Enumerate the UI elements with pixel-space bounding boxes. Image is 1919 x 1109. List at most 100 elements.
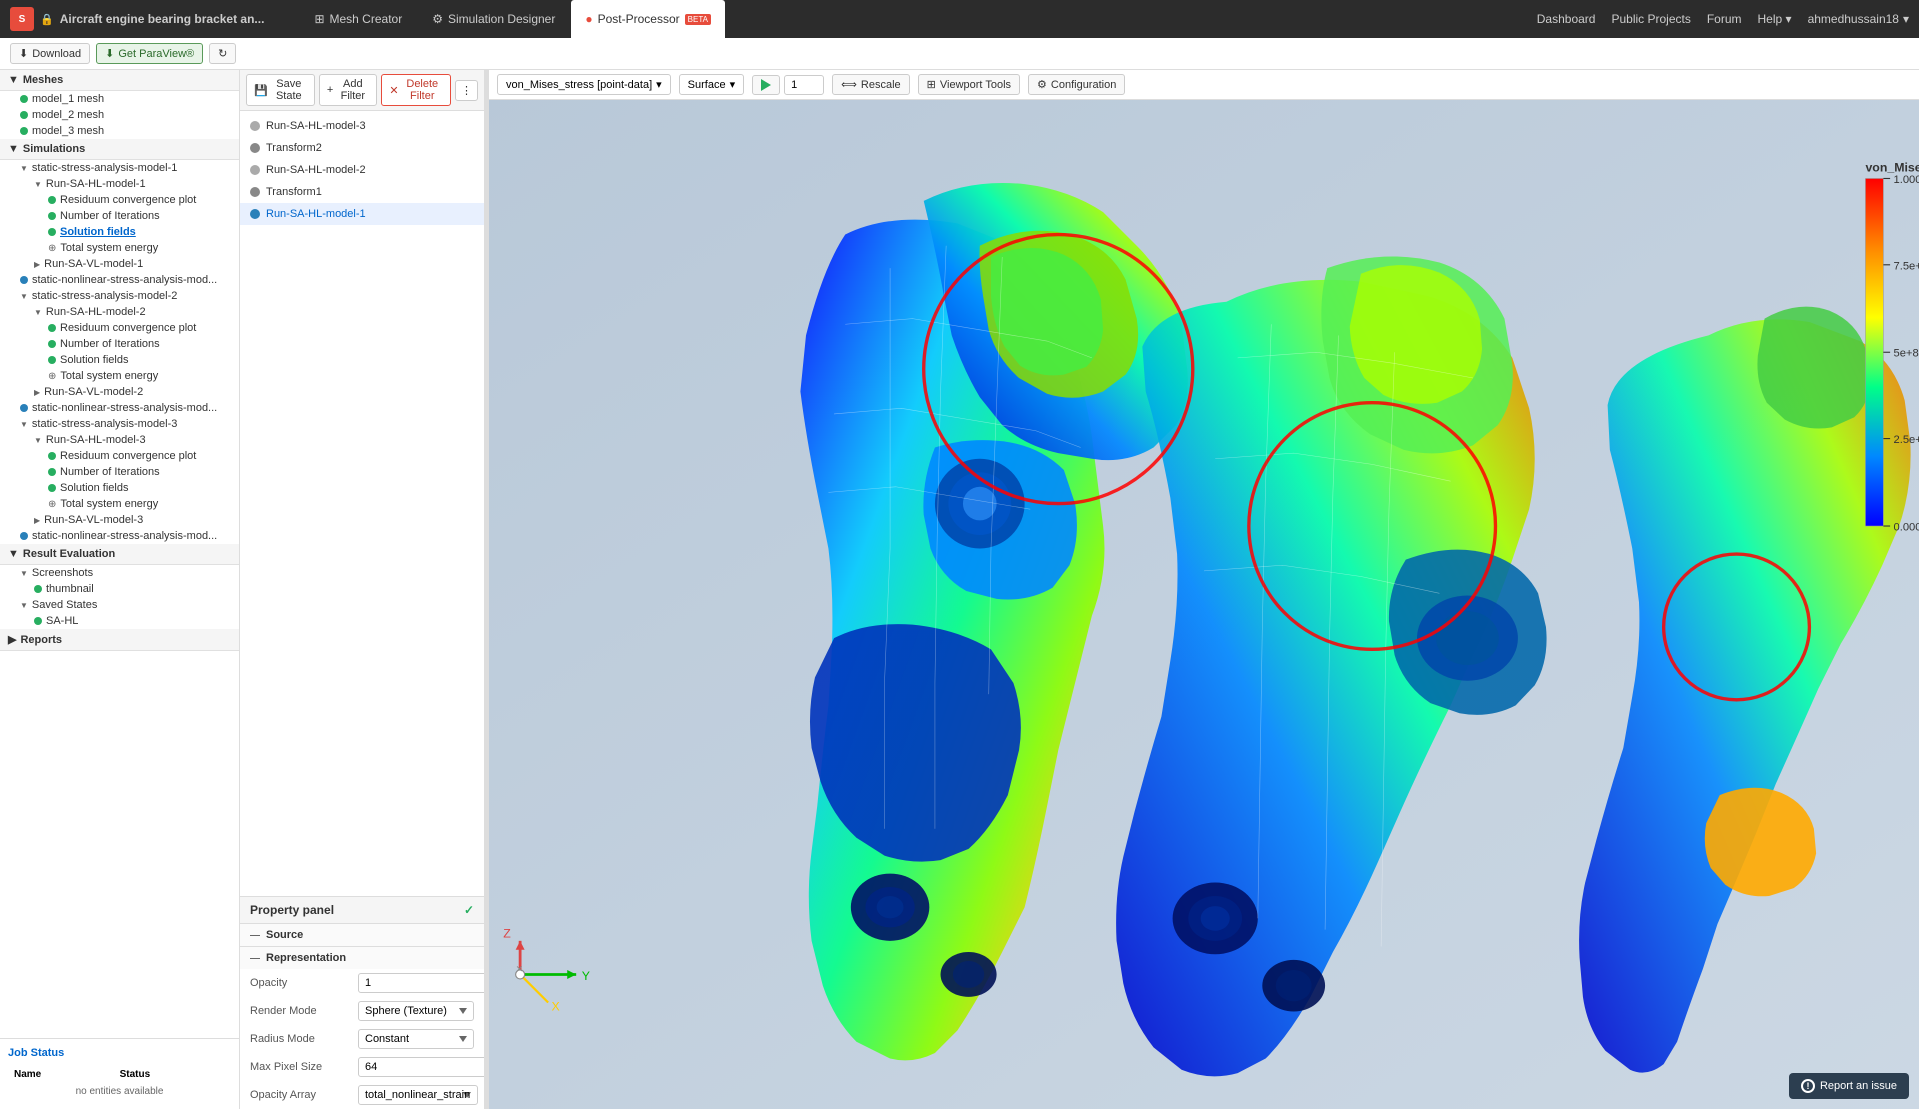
pipeline-item-transform2[interactable]: Transform2 [240, 137, 484, 159]
middle-panel: 💾 Save State + Add Filter ✕ Delete Filte… [240, 70, 485, 1109]
empty-status-msg: no entities available [10, 1084, 229, 1099]
mesh-model2[interactable]: model_2 mesh [0, 107, 239, 123]
tab-simulation-designer[interactable]: ⚙ Simulation Designer [418, 0, 569, 38]
viewport-top-bar: von_Mises_stress [point-data] ▾ Surface … [489, 70, 1919, 100]
num-iter-1[interactable]: Number of Iterations [0, 208, 239, 224]
radius-mode-select[interactable]: Constant [358, 1029, 474, 1049]
pipeline-item-run-hl-2[interactable]: Run-SA-HL-model-2 [240, 159, 484, 181]
num-iter-3[interactable]: Number of Iterations [0, 464, 239, 480]
total-energy-3[interactable]: ⊕ Total system energy [0, 496, 239, 512]
representation-dropdown[interactable]: Surface ▾ [679, 74, 744, 95]
total-energy-2-label: Total system energy [60, 370, 158, 382]
tri-down-icon: ▼ [34, 180, 42, 189]
opacity-array-row: Opacity Array total_nonlinear_strain [240, 1081, 484, 1109]
tab-mesh-creator[interactable]: ⊞ Mesh Creator [300, 0, 416, 38]
sim-run-sa-hl-1[interactable]: ▼ Run-SA-HL-model-1 [0, 176, 239, 192]
residuum-plot-3[interactable]: Residuum convergence plot [0, 448, 239, 464]
download-button[interactable]: ⬇ Download [10, 43, 90, 64]
save-state-button[interactable]: 💾 Save State [246, 74, 315, 106]
tri-down-icon: ▼ [20, 420, 28, 429]
sim-nonlinear-3[interactable]: static-nonlinear-stress-analysis-mod... [0, 528, 239, 544]
source-section-header[interactable]: — Source [240, 924, 484, 946]
frame-input[interactable] [784, 75, 824, 95]
sim-ssa-model3[interactable]: ▼ static-stress-analysis-model-3 [0, 416, 239, 432]
meshes-section-header[interactable]: ▼ Meshes [0, 70, 239, 91]
dot-green-icon [20, 111, 28, 119]
mesh-model1[interactable]: model_1 mesh [0, 91, 239, 107]
public-projects-link[interactable]: Public Projects [1611, 12, 1690, 26]
thumbnail-item[interactable]: thumbnail [0, 581, 239, 597]
sim-nonlinear-2[interactable]: static-nonlinear-stress-analysis-mod... [0, 400, 239, 416]
pipeline-dot [250, 165, 260, 175]
dot-green-icon [48, 196, 56, 204]
pipeline-item-label: Run-SA-HL-model-1 [266, 208, 366, 220]
tri-down-icon: ▼ [20, 164, 28, 173]
plus-icon: ⊕ [48, 371, 56, 382]
max-pixel-size-input[interactable] [358, 1057, 485, 1077]
residuum-plot-2[interactable]: Residuum convergence plot [0, 320, 239, 336]
property-panel-check[interactable]: ✓ [464, 903, 474, 917]
viewport-canvas[interactable]: Y Z X ✕ von_Mises_stress (Pa) [489, 100, 1919, 1109]
mesh-model3[interactable]: model_3 mesh [0, 123, 239, 139]
field-dropdown[interactable]: von_Mises_stress [point-data] ▾ [497, 74, 671, 95]
help-link[interactable]: Help ▾ [1758, 12, 1792, 26]
opacity-input[interactable] [358, 973, 485, 993]
opacity-array-select[interactable]: total_nonlinear_strain [358, 1085, 478, 1105]
get-paraview-button[interactable]: ⬇ Get ParaView® [96, 43, 203, 64]
tab-post-processor[interactable]: ● Post-Processor BETA [571, 0, 725, 38]
user-chevron-icon: ▾ [1903, 12, 1909, 26]
screenshots-item[interactable]: ▼ Screenshots [0, 565, 239, 581]
sim-run-sa-hl-2[interactable]: ▼ Run-SA-HL-model-2 [0, 304, 239, 320]
extra-btn[interactable]: ⋮ [455, 80, 478, 101]
pipeline-item-transform1[interactable]: Transform1 [240, 181, 484, 203]
num-iter-1-label: Number of Iterations [60, 210, 160, 222]
render-mode-select[interactable]: Sphere (Texture) [358, 1001, 474, 1021]
saved-states-item[interactable]: ▼ Saved States [0, 597, 239, 613]
total-energy-3-label: Total system energy [60, 498, 158, 510]
solution-fields-1[interactable]: Solution fields [0, 224, 239, 240]
sim-nonlinear-1[interactable]: static-nonlinear-stress-analysis-mod... [0, 272, 239, 288]
sim-run-sa-hl-3[interactable]: ▼ Run-SA-HL-model-3 [0, 432, 239, 448]
representation-dropdown-label: Surface [688, 79, 726, 91]
configuration-button[interactable]: ⚙ Configuration [1028, 74, 1125, 95]
num-iter-2[interactable]: Number of Iterations [0, 336, 239, 352]
add-filter-button[interactable]: + Add Filter [319, 74, 377, 106]
result-eval-section-header[interactable]: ▼ Result Evaluation [0, 544, 239, 565]
user-menu[interactable]: ahmedhussain18 ▾ [1808, 12, 1909, 26]
total-energy-2[interactable]: ⊕ Total system energy [0, 368, 239, 384]
kebab-icon: ⋮ [461, 84, 472, 97]
pipeline-item-run-hl-3[interactable]: Run-SA-HL-model-3 [240, 115, 484, 137]
play-button[interactable] [752, 75, 780, 95]
solution-fields-3[interactable]: Solution fields [0, 480, 239, 496]
forum-link[interactable]: Forum [1707, 12, 1742, 26]
pipeline-item-run-hl-1[interactable]: Run-SA-HL-model-1 [240, 203, 484, 225]
result-eval-label: Result Evaluation [23, 548, 115, 560]
simulations-section-header[interactable]: ▼ Simulations [0, 139, 239, 160]
viewport-tools-button[interactable]: ⊞ Viewport Tools [918, 74, 1020, 95]
top-navigation: S 🔒 Aircraft engine bearing bracket an..… [0, 0, 1919, 38]
refresh-button[interactable]: ↻ [209, 43, 236, 64]
dashboard-link[interactable]: Dashboard [1537, 12, 1596, 26]
reports-section-header[interactable]: ▶ Reports [0, 629, 239, 651]
sa-hl-item[interactable]: SA-HL [0, 613, 239, 629]
rescale-button[interactable]: ⟺ Rescale [832, 74, 910, 95]
sim-run-sa-vl-3[interactable]: ▶ Run-SA-VL-model-3 [0, 512, 239, 528]
total-energy-1[interactable]: ⊕ Total system energy [0, 240, 239, 256]
report-issue-button[interactable]: ! Report an issue [1789, 1073, 1909, 1099]
solution-fields-2[interactable]: Solution fields [0, 352, 239, 368]
residuum-plot-1[interactable]: Residuum convergence plot [0, 192, 239, 208]
sim-run-sa-vl-1[interactable]: ▶ Run-SA-VL-model-1 [0, 256, 239, 272]
sim-ssa-model1-label: static-stress-analysis-model-1 [32, 162, 177, 174]
3d-model-visualization: Y Z X ✕ von_Mises_stress (Pa) [489, 100, 1919, 1109]
result-eval-collapse-icon: ▼ [8, 548, 19, 560]
field-dropdown-label: von_Mises_stress [point-data] [506, 79, 652, 91]
sim-ssa-model1[interactable]: ▼ static-stress-analysis-model-1 [0, 160, 239, 176]
delete-filter-button[interactable]: ✕ Delete Filter [381, 74, 451, 106]
sim-ssa-model2[interactable]: ▼ static-stress-analysis-model-2 [0, 288, 239, 304]
representation-section-header[interactable]: — Representation [240, 947, 484, 969]
paraview-icon: ⬇ [105, 47, 114, 60]
sim-run-sa-vl-2[interactable]: ▶ Run-SA-VL-model-2 [0, 384, 239, 400]
pipeline-item-label: Transform1 [266, 186, 322, 198]
brand-icon: S [10, 7, 34, 31]
dot-blue-icon [20, 532, 28, 540]
